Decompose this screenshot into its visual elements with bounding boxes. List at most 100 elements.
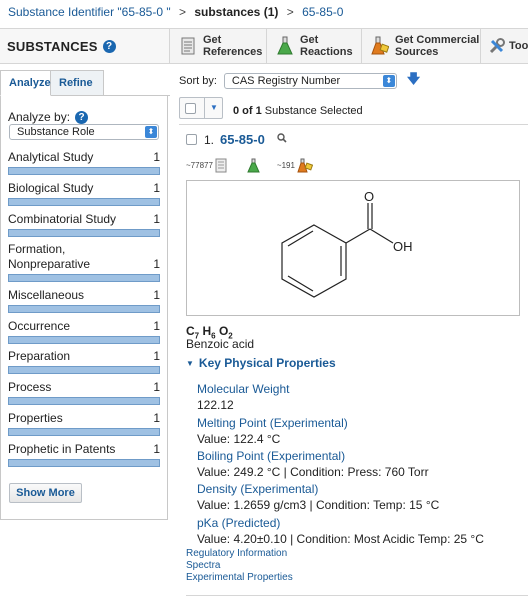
get-commercial-sources-button[interactable]: Get Commercial Sources (363, 29, 481, 63)
facet-count: 1 (153, 319, 160, 333)
facet-label: Prophetic in Patents (8, 442, 116, 456)
caret-down-icon[interactable]: ▼ (204, 98, 223, 118)
chevron-updown-icon: ⬍ (382, 75, 395, 87)
select-all-checkbox[interactable] (185, 103, 196, 114)
divider (186, 595, 528, 596)
get-reactions-button[interactable]: Get Reactions (268, 29, 362, 63)
property-name[interactable]: Melting Point (Experimental) (197, 415, 348, 431)
benzoic-acid-structure (281, 203, 394, 298)
result-cas-link[interactable]: 65-85-0 (220, 132, 265, 147)
facet-label: Combinatorial Study (8, 212, 117, 226)
commercial-metric[interactable]: ~191 (277, 158, 313, 173)
commercial-count: ~191 (276, 160, 295, 170)
facet-count: 1 (153, 212, 160, 226)
property-name[interactable]: Boiling Point (Experimental) (197, 448, 429, 464)
references-metric[interactable]: ~77877 (186, 158, 228, 173)
result-number: 1. (204, 132, 215, 147)
substance-role-value: Substance Role (17, 126, 95, 138)
facet-label: Formation, (8, 242, 66, 256)
facet-analytical-study[interactable]: Analytical Study 1 (8, 150, 160, 175)
facet-bar (8, 397, 160, 405)
property-name[interactable]: pKa (Predicted) (197, 515, 484, 531)
breadcrumb-cas-number[interactable]: 65-85-0 (302, 5, 343, 19)
facet-combinatorial-study[interactable]: Combinatorial Study 1 (8, 212, 160, 237)
caret-down-icon: ▼ (186, 358, 194, 368)
analyze-panel: Analyze by: ? Substance Role ⬍ Analytica… (0, 96, 168, 520)
tool-label-line2: References (203, 46, 263, 58)
oxygen-label: O (364, 189, 374, 204)
selection-bar: ▼ 0 of 1 Substance Selected (179, 97, 528, 125)
facet-properties[interactable]: Properties 1 (8, 411, 160, 436)
chemical-name: Benzoic acid (186, 337, 255, 351)
result-checkbox[interactable] (186, 134, 197, 145)
select-all-control[interactable]: ▼ (179, 97, 223, 119)
tab-refine[interactable]: Refine (50, 70, 104, 96)
sort-value: CAS Registry Number (231, 75, 341, 87)
spectra-link[interactable]: Spectra (186, 560, 293, 572)
sort-select[interactable]: CAS Registry Number ⬍ (223, 73, 397, 89)
facet-process[interactable]: Process 1 (8, 380, 160, 405)
facet-miscellaneous[interactable]: Miscellaneous 1 (8, 288, 160, 313)
facet-count: 1 (153, 181, 160, 195)
facet-count: 1 (153, 257, 160, 271)
tab-analyze[interactable]: Analyze (0, 70, 51, 96)
facet-biological-study[interactable]: Biological Study 1 (8, 181, 160, 206)
tool-label-line2: Reactions (300, 46, 353, 58)
experimental-properties-link[interactable]: Experimental Properties (186, 572, 293, 584)
analyze-by-text: Analyze by: (8, 110, 71, 124)
analyze-by-label: Analyze by: ? (8, 110, 89, 124)
facet-label: Analytical Study (8, 150, 94, 164)
property-name[interactable]: Density (Experimental) (197, 481, 439, 497)
tool-label-line1: Too (509, 40, 528, 52)
facet-occurrence[interactable]: Occurrence 1 (8, 319, 160, 344)
facet-count: 1 (153, 150, 160, 164)
key-properties-title: Key Physical Properties (198, 356, 336, 370)
property-boiling-point: Boiling Point (Experimental) Value: 249.… (197, 448, 429, 480)
key-properties-toggle[interactable]: ▼ Key Physical Properties (186, 356, 336, 370)
commercial-flask-icon (371, 36, 389, 56)
property-value: Value: 4.20±0.10 | Condition: Most Acidi… (197, 532, 484, 546)
header-bar: SUBSTANCES ? Get References Get Reactions … (0, 28, 528, 64)
document-icon (215, 158, 227, 172)
facet-prophetic-in-patents[interactable]: Prophetic in Patents 1 (8, 442, 160, 467)
get-references-button[interactable]: Get References (171, 29, 267, 63)
tool-label-line2: Sources (395, 46, 439, 58)
facet-bar (8, 336, 160, 344)
result-header: 1. 65-85-0 (186, 132, 287, 147)
selection-count-number: 0 of 1 (233, 105, 262, 117)
property-density: Density (Experimental) Value: 1.2659 g/c… (197, 481, 439, 513)
breadcrumb-substances[interactable]: substances (1) (194, 5, 278, 19)
help-icon[interactable]: ? (102, 39, 116, 53)
facet-bar (8, 229, 160, 237)
flask-icon (276, 36, 294, 56)
property-molecular-weight: Molecular Weight 122.12 (197, 381, 289, 413)
page-title: SUBSTANCES ? (0, 29, 170, 63)
sort-bar: Sort by: CAS Registry Number ⬍ 🡇 (179, 70, 420, 92)
breadcrumb: Substance Identifier "65-85-0 " > substa… (0, 0, 528, 26)
facet-count: 1 (153, 288, 160, 302)
selection-count-text: Substance Selected (264, 105, 363, 117)
tool-label-line1: Get Commercial (395, 34, 480, 46)
result-metrics: ~77877 ~191 (186, 154, 322, 176)
breadcrumb-substance-identifier[interactable]: Substance Identifier "65-85-0 " (8, 5, 171, 19)
magnifier-icon[interactable] (277, 133, 287, 146)
tools-icon (488, 36, 506, 56)
substance-role-select[interactable]: Substance Role ⬍ (9, 124, 159, 140)
regulatory-information-link[interactable]: Regulatory Information (186, 548, 293, 560)
facet-preparation[interactable]: Preparation 1 (8, 349, 160, 374)
facet-bar (8, 274, 160, 282)
tools-button[interactable]: Too (482, 29, 528, 63)
reactions-metric[interactable] (245, 158, 260, 173)
sort-direction-icon[interactable]: 🡇 (407, 70, 420, 92)
tool-label-line1: Get (203, 34, 222, 46)
detail-links: Regulatory Information Spectra Experimen… (186, 548, 293, 584)
show-more-button[interactable]: Show More (9, 483, 82, 503)
help-icon[interactable]: ? (75, 110, 89, 124)
property-value: 122.12 (197, 398, 234, 412)
structure-image[interactable]: O OH (186, 180, 520, 316)
facet-formation-nonpreparative[interactable]: Formation, Nonpreparative 1 (8, 242, 160, 282)
facet-label: Properties (8, 411, 63, 425)
property-name[interactable]: Molecular Weight (197, 381, 289, 397)
facet-label: Occurrence (8, 319, 71, 333)
property-melting-point: Melting Point (Experimental) Value: 122.… (197, 415, 348, 447)
